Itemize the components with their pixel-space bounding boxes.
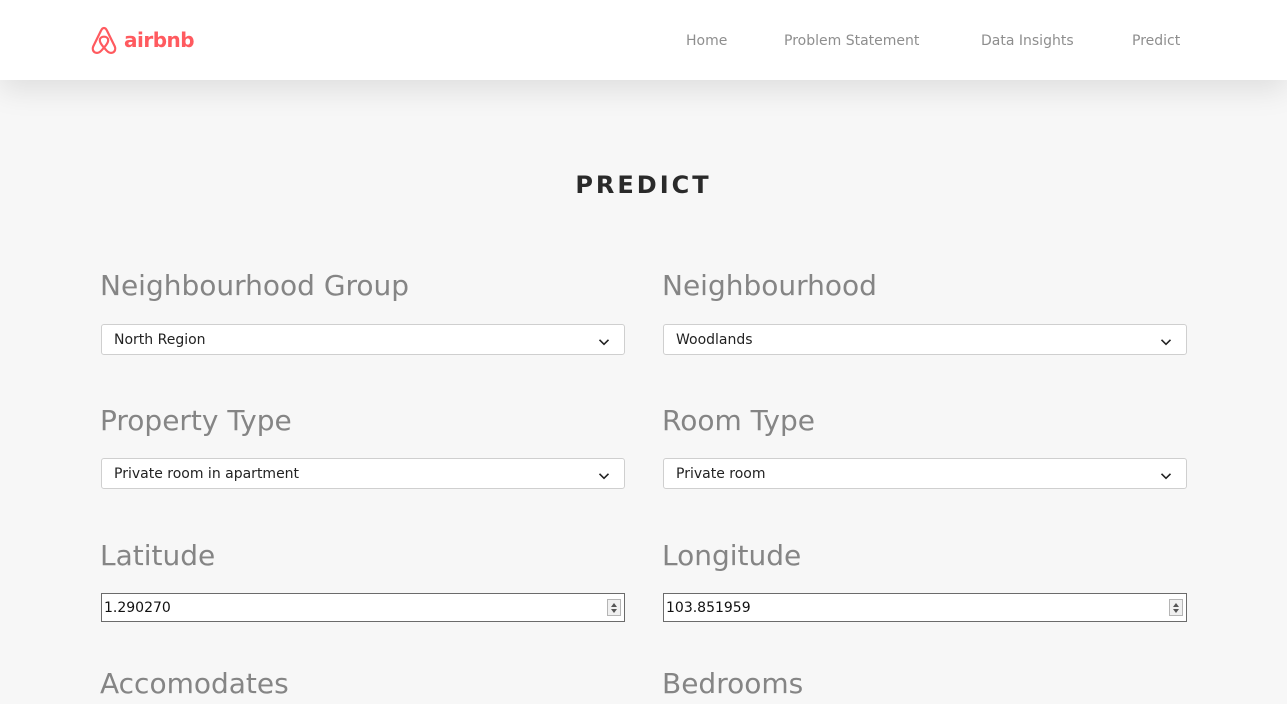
neighbourhood-group-label: Neighbourhood Group — [100, 269, 410, 302]
nav-predict[interactable]: Predict — [1132, 31, 1180, 51]
spin-up-icon[interactable] — [611, 603, 617, 607]
airbnb-logo-icon — [89, 24, 119, 56]
neighbourhood-group-value: North Region — [114, 332, 206, 348]
spin-down-icon[interactable] — [1173, 609, 1179, 613]
nav-problem-statement[interactable]: Problem Statement — [784, 31, 919, 51]
neighbourhood-group-select[interactable]: North Region — [101, 324, 625, 355]
property-type-value: Private room in apartment — [114, 466, 300, 482]
brand-logo[interactable]: airbnb — [89, 24, 195, 56]
room-type-value: Private room — [676, 466, 766, 482]
chevron-down-icon — [598, 333, 610, 352]
latitude-spinner[interactable] — [607, 599, 621, 616]
longitude-value: 103.851959 — [666, 600, 751, 616]
latitude-label: Latitude — [100, 539, 216, 572]
chevron-down-icon — [598, 467, 610, 486]
room-type-label: Room Type — [662, 404, 815, 437]
longitude-label: Longitude — [662, 539, 802, 572]
chevron-down-icon — [1160, 333, 1172, 352]
navbar: airbnb Home Problem Statement Data Insig… — [0, 0, 1287, 80]
spin-up-icon[interactable] — [1173, 603, 1179, 607]
nav-home[interactable]: Home — [686, 31, 727, 51]
page-title: PREDICT — [575, 171, 712, 199]
spin-down-icon[interactable] — [611, 609, 617, 613]
bedrooms-label: Bedrooms — [662, 667, 804, 700]
property-type-select[interactable]: Private room in apartment — [101, 458, 625, 489]
latitude-value: 1.290270 — [104, 600, 171, 616]
nav-data-insights[interactable]: Data Insights — [981, 31, 1074, 51]
room-type-select[interactable]: Private room — [663, 458, 1187, 489]
chevron-down-icon — [1160, 467, 1172, 486]
neighbourhood-value: Woodlands — [676, 332, 753, 348]
latitude-input[interactable]: 1.290270 — [101, 593, 625, 622]
longitude-input[interactable]: 103.851959 — [663, 593, 1187, 622]
neighbourhood-label: Neighbourhood — [662, 269, 877, 302]
neighbourhood-select[interactable]: Woodlands — [663, 324, 1187, 355]
brand-name: airbnb — [124, 28, 195, 52]
longitude-spinner[interactable] — [1169, 599, 1183, 616]
accomodates-label: Accomodates — [100, 667, 289, 700]
property-type-label: Property Type — [100, 404, 292, 437]
